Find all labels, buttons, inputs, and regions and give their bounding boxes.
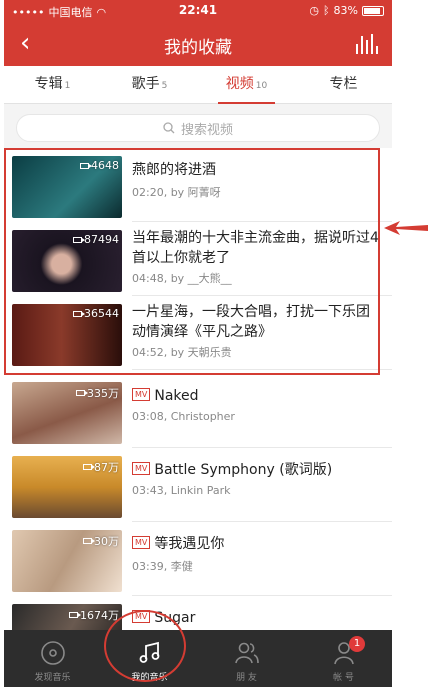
video-thumbnail[interactable]: 4648 (12, 156, 122, 218)
search-placeholder: 搜索视频 (180, 122, 233, 138)
play-count: 87494 (73, 233, 119, 246)
video-title: 燕郎的将进酒 (132, 162, 216, 178)
battery-icon (362, 5, 384, 16)
tab-video[interactable]: 视频 10 (198, 66, 295, 104)
play-count: 30万 (83, 533, 119, 549)
music-note-icon (139, 641, 159, 663)
phone-screen: ••••• 中国电信 ◠ 22:41 ◷ ᛒ 83% ‹ 我的收藏 专辑 1 歌手… (4, 0, 392, 687)
video-item[interactable]: 335万 MV Naked 03:08, Christopher (4, 374, 392, 448)
video-title: 一片星海，一段大合唱，打扰一下乐团动情演绎《平凡之路》 (132, 304, 370, 340)
video-thumbnail[interactable]: 36544 (12, 304, 122, 366)
video-item[interactable]: 87494 当年最潮的十大非主流金曲，据说听过4首以上你就老了 04:48, b… (4, 222, 392, 296)
bluetooth-icon: ᛒ (322, 4, 330, 17)
nav-friends[interactable]: 朋 友 (198, 630, 295, 687)
search-area: 搜索视频 (4, 104, 392, 148)
video-meta: 04:52, by 天朝乐贵 (132, 346, 232, 359)
video-camera-icon (83, 464, 95, 470)
video-title: 当年最潮的十大非主流金曲，据说听过4首以上你就老了 (132, 230, 379, 266)
status-bar: ••••• 中国电信 ◠ 22:41 ◷ ᛒ 83% (4, 0, 392, 22)
video-thumbnail[interactable]: 1674万 (12, 604, 122, 630)
video-thumbnail[interactable]: 87万 (12, 456, 122, 518)
video-item[interactable]: 4648 燕郎的将进酒 02:20, by 阿菁呀 (4, 148, 392, 222)
video-item[interactable]: 1674万 MV Sugar (4, 596, 392, 630)
play-count: 335万 (76, 385, 119, 401)
video-meta: 03:39, 李健 (132, 560, 193, 573)
video-list: 4648 燕郎的将进酒 02:20, by 阿菁呀 87494 当年最潮的十大非… (4, 148, 392, 630)
play-count: 1674万 (69, 607, 119, 623)
notification-badge: 1 (349, 636, 365, 652)
page-title: 我的收藏 (164, 38, 232, 58)
nav-label: 我的音乐 (131, 673, 168, 683)
video-thumbnail[interactable]: 335万 (12, 382, 122, 444)
video-item[interactable]: 87万 MV Battle Symphony (歌词版) 03:43, Linki… (4, 448, 392, 522)
mv-badge: MV (132, 461, 151, 475)
mv-badge: MV (132, 609, 151, 623)
video-title: MV Naked (132, 386, 382, 406)
video-camera-icon (73, 310, 85, 317)
play-count: 36544 (73, 307, 119, 320)
now-playing-icon[interactable] (356, 32, 378, 54)
video-meta: 03:43, Linkin Park (132, 484, 231, 497)
alarm-icon: ◷ (309, 4, 319, 17)
video-item[interactable]: 36544 一片星海，一段大合唱，打扰一下乐团动情演绎《平凡之路》 04:52,… (4, 296, 392, 370)
play-count: 4648 (80, 159, 119, 172)
video-thumbnail[interactable]: 87494 (12, 230, 122, 292)
video-camera-icon (83, 538, 95, 544)
nav-header: ‹ 我的收藏 (4, 22, 392, 66)
video-title: MV Sugar (132, 608, 382, 628)
nav-label: 帐 号 (333, 673, 354, 683)
video-meta: 04:48, by __大熊__ (132, 272, 232, 285)
video-title: MV 等我遇见你 (132, 534, 382, 554)
battery-percent: 83% (333, 4, 358, 17)
bottom-nav: 发现音乐 我的音乐 朋 友 帐 号 1 (4, 630, 392, 687)
search-input[interactable]: 搜索视频 (16, 114, 380, 142)
video-camera-icon (76, 390, 88, 396)
tab-singer[interactable]: 歌手 5 (101, 66, 198, 103)
video-camera-icon (69, 612, 81, 618)
nav-label: 发现音乐 (34, 673, 71, 683)
video-camera-icon (80, 162, 92, 169)
video-title: MV Battle Symphony (歌词版) (132, 460, 382, 480)
video-thumbnail[interactable]: 30万 (12, 530, 122, 592)
collection-tabs: 专辑 1 歌手 5 视频 10 专栏 (4, 66, 392, 104)
tab-column[interactable]: 专栏 (295, 66, 392, 103)
tab-album[interactable]: 专辑 1 (4, 66, 101, 103)
search-icon (163, 122, 175, 134)
friends-icon (234, 642, 259, 664)
disc-icon (40, 641, 65, 665)
video-item[interactable]: 30万 MV 等我遇见你 03:39, 李健 (4, 522, 392, 596)
video-meta: 03:08, Christopher (132, 410, 235, 423)
annotation-arrow-icon (384, 221, 428, 235)
mv-badge: MV (132, 387, 151, 401)
mv-badge: MV (132, 535, 151, 549)
video-meta: 02:20, by 阿菁呀 (132, 186, 221, 199)
nav-discover[interactable]: 发现音乐 (4, 630, 101, 687)
play-count: 87万 (83, 459, 119, 475)
nav-my-music[interactable]: 我的音乐 (101, 630, 198, 687)
nav-label: 朋 友 (236, 673, 257, 683)
video-camera-icon (73, 236, 85, 243)
nav-account[interactable]: 帐 号 1 (295, 630, 392, 687)
top-bar: ••••• 中国电信 ◠ 22:41 ◷ ᛒ 83% ‹ 我的收藏 (4, 0, 392, 66)
